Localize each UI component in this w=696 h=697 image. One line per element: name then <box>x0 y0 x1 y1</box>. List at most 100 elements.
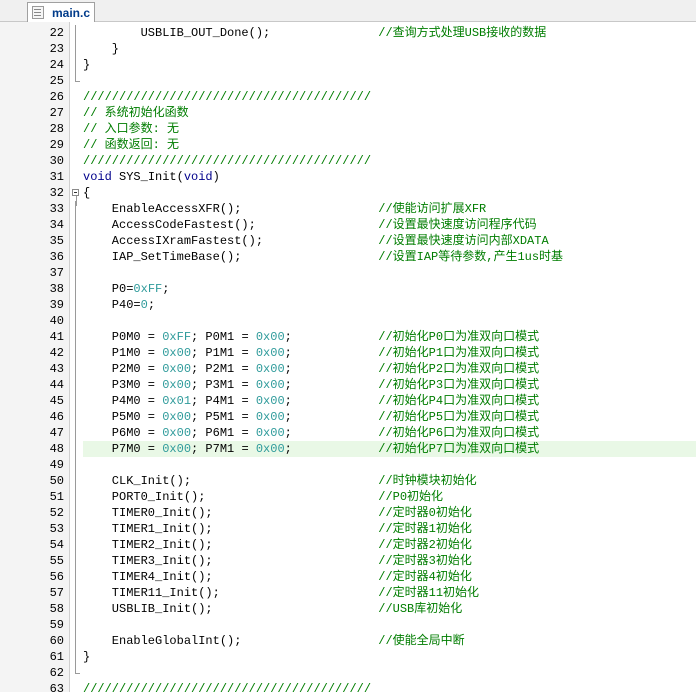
line-number: 29 <box>49 138 64 152</box>
line-number: 58 <box>49 602 64 616</box>
code-token: P4M0 = <box>83 394 163 408</box>
code-text: P2M0 = 0x00; P2M1 = 0x00; //初始化P2口为准双向口模… <box>83 361 696 377</box>
code-number: 0x00 <box>162 442 192 456</box>
code-token: USBLIB_OUT_Done(); <box>83 26 379 40</box>
fold-line-icon <box>72 521 80 537</box>
code-line[interactable]: 50 CLK_Init(); //时钟模块初始化 <box>0 473 696 489</box>
code-line[interactable]: 63 //////////////////////////////////////… <box>0 681 696 697</box>
code-line[interactable]: 44 P3M0 = 0x00; P3M1 = 0x00; //初始化P3口为准双… <box>0 377 696 393</box>
fold-collapse-icon[interactable] <box>72 189 79 206</box>
tab-main-c[interactable]: main.c <box>27 2 95 22</box>
code-line[interactable]: 35 AccessIXramFastest(); //设置最快速度访问内部XDA… <box>0 233 696 249</box>
line-number: 48 <box>49 442 64 456</box>
code-text: // 系统初始化函数 <box>83 105 696 121</box>
code-line[interactable]: 46 P5M0 = 0x00; P5M1 = 0x00; //初始化P5口为准双… <box>0 409 696 425</box>
line-number: 24 <box>49 58 64 72</box>
code-text: PORT0_Init(); //P0初始化 <box>83 489 696 505</box>
code-line[interactable]: 31 void SYS_Init(void) <box>0 169 696 185</box>
code-comment: //设置最快速度访问内部XDATA <box>378 234 549 248</box>
line-number: 28 <box>49 122 64 136</box>
code-line[interactable]: 51 PORT0_Init(); //P0初始化 <box>0 489 696 505</box>
line-number: 45 <box>49 394 64 408</box>
code-line[interactable]: 32 { <box>0 185 696 206</box>
line-number: 39 <box>49 298 64 312</box>
code-number: 0x00 <box>255 362 285 376</box>
code-editor[interactable]: 22 USBLIB_OUT_Done(); //查询方式处理USB接收的数据 23… <box>0 22 696 696</box>
code-line[interactable]: 27 // 系统初始化函数 <box>0 105 696 121</box>
code-line[interactable]: 38 P0=0xFF; <box>0 281 696 297</box>
code-line[interactable]: 49 <box>0 457 696 473</box>
code-number: 0 <box>140 298 148 312</box>
code-line[interactable]: 24} <box>0 57 696 73</box>
code-line[interactable]: 29 // 函数返回: 无 <box>0 137 696 153</box>
code-line[interactable]: 45 P4M0 = 0x01; P4M1 = 0x00; //初始化P4口为准双… <box>0 393 696 409</box>
code-number: 0x00 <box>255 426 285 440</box>
fold-line-icon <box>72 569 80 585</box>
code-line[interactable]: 26 //////////////////////////////////////… <box>0 89 696 105</box>
code-line[interactable]: 55 TIMER3_Init(); //定时器3初始化 <box>0 553 696 569</box>
code-line[interactable]: 25 <box>0 73 696 89</box>
code-line[interactable]: 47 P6M0 = 0x00; P6M1 = 0x00; //初始化P6口为准双… <box>0 425 696 441</box>
line-number: 35 <box>49 234 64 248</box>
code-text: P0=0xFF; <box>83 281 696 297</box>
code-text: EnableGlobalInt(); //使能全局中断 <box>83 633 696 649</box>
code-token: ; P3M1 = <box>191 378 256 392</box>
code-line[interactable]: 53 TIMER1_Init(); //定时器1初始化 <box>0 521 696 537</box>
tab-bar: main.c <box>0 0 696 22</box>
line-number: 40 <box>49 314 64 328</box>
code-comment: //定时器0初始化 <box>378 506 472 520</box>
code-comment: //定时器2初始化 <box>378 538 472 552</box>
code-comment: //初始化P1口为准双向口模式 <box>378 346 540 360</box>
code-line[interactable]: 48 P7M0 = 0x00; P7M1 = 0x00; //初始化P7口为准双… <box>0 441 696 457</box>
line-number: 30 <box>49 154 64 168</box>
code-token: EnableGlobalInt(); <box>83 634 379 648</box>
code-lines: 22 USBLIB_OUT_Done(); //查询方式处理USB接收的数据 23… <box>0 25 696 697</box>
code-line[interactable]: 62 <box>0 665 696 681</box>
code-line[interactable]: 37 <box>0 265 696 281</box>
code-comment: //时钟模块初始化 <box>378 474 477 488</box>
code-line[interactable]: 40 <box>0 313 696 329</box>
code-token: AccessIXramFastest(); <box>83 234 379 248</box>
code-number: 0x00 <box>255 442 285 456</box>
line-number: 43 <box>49 362 64 376</box>
code-token: ; P4M1 = <box>191 394 256 408</box>
code-text: } <box>83 41 696 57</box>
code-line[interactable]: 56 TIMER4_Init(); //定时器4初始化 <box>0 569 696 585</box>
code-text: P4M0 = 0x01; P4M1 = 0x00; //初始化P4口为准双向口模… <box>83 393 696 409</box>
code-comment: //初始化P7口为准双向口模式 <box>378 442 540 456</box>
line-number: 27 <box>49 106 64 120</box>
code-line[interactable]: 52 TIMER0_Init(); //定时器0初始化 <box>0 505 696 521</box>
code-text: TIMER0_Init(); //定时器0初始化 <box>83 505 696 521</box>
code-line[interactable]: 30 //////////////////////////////////////… <box>0 153 696 169</box>
code-line[interactable]: 28 // 入口参数: 无 <box>0 121 696 137</box>
code-line[interactable]: 58 USBLIB_Init(); //USB库初始化 <box>0 601 696 617</box>
code-comment: //初始化P0口为准双向口模式 <box>378 330 540 344</box>
code-line[interactable]: 39 P40=0; <box>0 297 696 313</box>
fold-line-icon <box>72 409 80 425</box>
code-text: P3M0 = 0x00; P3M1 = 0x00; //初始化P3口为准双向口模… <box>83 377 696 393</box>
code-line[interactable]: 54 TIMER2_Init(); //定时器2初始化 <box>0 537 696 553</box>
fold-line-icon <box>72 505 80 521</box>
code-line[interactable]: 41 P0M0 = 0xFF; P0M1 = 0x00; //初始化P0口为准双… <box>0 329 696 345</box>
code-line[interactable]: 57 TIMER11_Init(); //定时器11初始化 <box>0 585 696 601</box>
line-number: 49 <box>49 458 64 472</box>
line-number: 23 <box>49 42 64 56</box>
document-icon <box>32 6 44 19</box>
code-line[interactable]: 23 } <box>0 41 696 57</box>
code-line[interactable]: 59 <box>0 617 696 633</box>
code-line[interactable]: 42 P1M0 = 0x00; P1M1 = 0x00; //初始化P1口为准双… <box>0 345 696 361</box>
code-comment: //定时器1初始化 <box>378 522 472 536</box>
code-token: { <box>83 186 91 200</box>
fold-line-icon <box>72 553 80 569</box>
code-line[interactable]: 43 P2M0 = 0x00; P2M1 = 0x00; //初始化P2口为准双… <box>0 361 696 377</box>
code-text: // 入口参数: 无 <box>83 121 696 137</box>
code-line[interactable]: 33 EnableAccessXFR(); //使能访问扩展XFR <box>0 201 696 217</box>
fold-line-icon <box>72 329 80 345</box>
code-line[interactable]: 61} <box>0 649 696 665</box>
code-line[interactable]: 34 AccessCodeFastest(); //设置最快速度访问程序代码 <box>0 217 696 233</box>
code-line[interactable]: 60 EnableGlobalInt(); //使能全局中断 <box>0 633 696 649</box>
code-text: USBLIB_OUT_Done(); //查询方式处理USB接收的数据 <box>83 25 696 41</box>
code-line[interactable]: 22 USBLIB_OUT_Done(); //查询方式处理USB接收的数据 <box>0 25 696 41</box>
code-line[interactable]: 36 IAP_SetTimeBase(); //设置IAP等待参数,产生1us时… <box>0 249 696 265</box>
